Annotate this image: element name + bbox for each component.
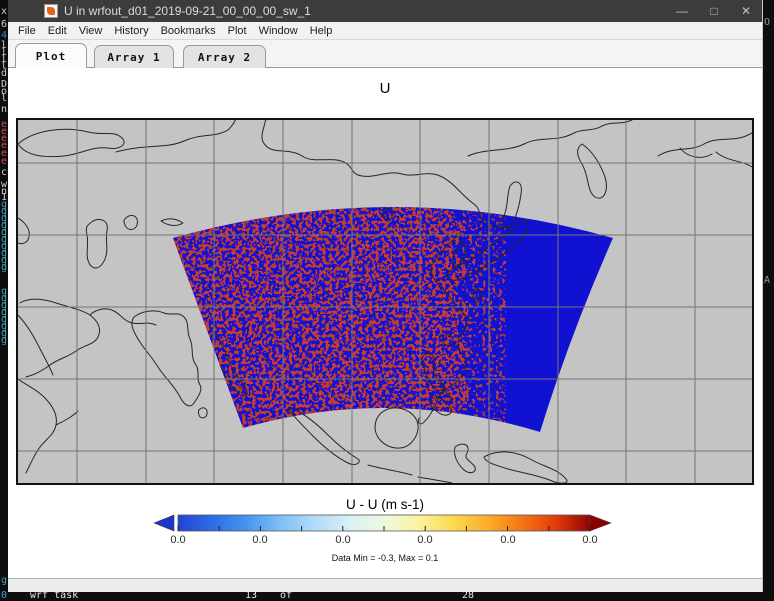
menu-item-window[interactable]: Window <box>253 25 304 37</box>
maximize-button[interactable]: □ <box>698 0 730 22</box>
colorbar: U - U (m s-1) 0.0 0.0 0.0 0.0 0.0 0.0 Da… <box>150 497 620 567</box>
menu-item-history[interactable]: History <box>108 25 154 37</box>
colorbar-tick-label: 0.0 <box>252 534 267 546</box>
colorbar-tick-label: 0.0 <box>335 534 350 546</box>
window-titlebar: U in wrfout_d01_2019-09-21_00_00_00_sw_1… <box>8 0 762 22</box>
menu-item-view[interactable]: View <box>73 25 109 37</box>
terminal-right-column: OA <box>764 0 774 600</box>
colorbar-tick-label: 0.0 <box>417 534 432 546</box>
colorbar-bar <box>150 513 620 535</box>
colorbar-tick-label: 0.0 <box>170 534 185 546</box>
menu-bar: File Edit View History Bookmarks Plot Wi… <box>8 22 762 40</box>
menu-item-plot[interactable]: Plot <box>222 25 253 37</box>
menu-item-edit[interactable]: Edit <box>42 25 73 37</box>
colorbar-tick-label: 0.0 <box>582 534 597 546</box>
colorbar-tick-label: 0.0 <box>500 534 515 546</box>
colorbar-right-arrow-icon <box>590 515 611 531</box>
minimize-button[interactable]: — <box>666 0 698 22</box>
colorbar-title: U - U (m s-1) <box>150 497 620 512</box>
menu-item-bookmarks[interactable]: Bookmarks <box>155 25 222 37</box>
menu-item-file[interactable]: File <box>12 25 42 37</box>
plot-title: U <box>16 80 754 97</box>
tab-plot[interactable]: Plot <box>15 43 87 68</box>
map-plot <box>16 118 754 485</box>
terminal-bottom-line: wrf task 13 of 28 <box>0 591 774 600</box>
menu-item-help[interactable]: Help <box>304 25 339 37</box>
colorbar-left-arrow-icon <box>154 515 174 531</box>
app-window: U in wrfout_d01_2019-09-21_00_00_00_sw_1… <box>8 0 763 592</box>
app-icon <box>44 4 58 18</box>
status-bar <box>8 578 762 592</box>
tab-array-1[interactable]: Array 1 <box>94 45 174 68</box>
close-button[interactable]: ✕ <box>730 0 762 22</box>
map-canvas <box>16 118 754 485</box>
colorbar-footnote: Data Min = -0.3, Max = 0.1 <box>150 553 620 563</box>
tab-strip: Plot Array 1 Array 2 <box>8 40 762 68</box>
window-title: U in wrfout_d01_2019-09-21_00_00_00_sw_1 <box>64 4 311 18</box>
tab-array-2[interactable]: Array 2 <box>183 45 266 68</box>
